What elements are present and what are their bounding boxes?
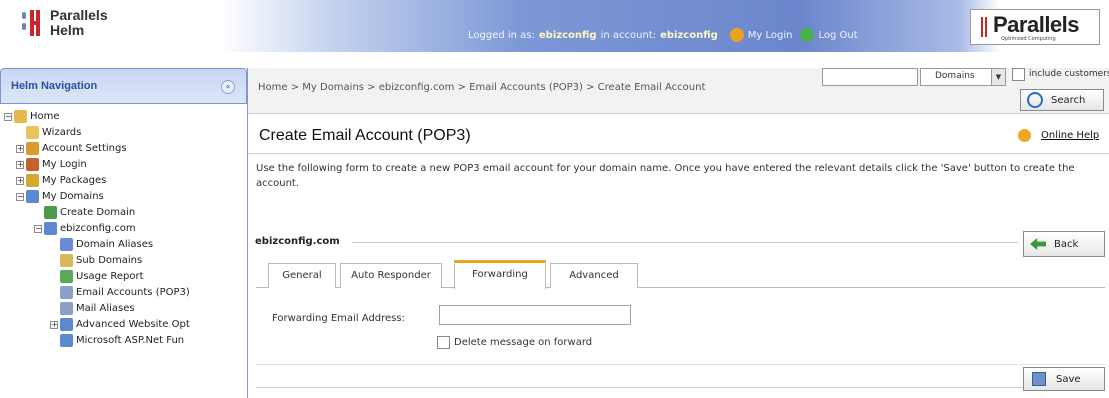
tab-strip: General Auto Responder Forwarding Advanc… bbox=[256, 260, 1105, 289]
brand-word: Parallels bbox=[993, 12, 1080, 37]
main-content: Home > My Domains > ebizconfig.com > Ema… bbox=[248, 68, 1109, 398]
parallels-logo-icon bbox=[22, 10, 42, 36]
online-help[interactable]: Online Help bbox=[1018, 129, 1099, 142]
include-customers-label: include customers bbox=[1029, 69, 1109, 79]
search-scope-value: Domains bbox=[935, 71, 975, 81]
nav-item-my-packages[interactable]: + My Packages bbox=[16, 174, 106, 187]
tab-forwarding[interactable]: Forwarding bbox=[454, 260, 546, 289]
search-button-label: Search bbox=[1051, 94, 1086, 106]
magnifier-icon bbox=[1027, 92, 1043, 108]
account-name: ebizconfig bbox=[660, 29, 718, 41]
logged-in-user: ebizconfig bbox=[538, 29, 597, 41]
nav-header: Helm Navigation bbox=[0, 68, 247, 104]
delete-on-forward-checkbox[interactable] bbox=[437, 336, 450, 349]
logo-text: Parallels Helm bbox=[50, 8, 108, 38]
forwarding-address-input[interactable] bbox=[439, 305, 631, 325]
tab-auto-responder[interactable]: Auto Responder bbox=[340, 263, 442, 288]
nav-item-mail-aliases[interactable]: Mail Aliases bbox=[60, 302, 135, 315]
alias-icon bbox=[60, 238, 73, 251]
expand-toggle-icon[interactable]: + bbox=[16, 144, 24, 153]
login-icon bbox=[26, 158, 39, 171]
back-button-label: Back bbox=[1054, 238, 1079, 250]
folder-icon bbox=[26, 142, 39, 155]
collapse-nav-icon[interactable]: « bbox=[221, 80, 235, 94]
search-button[interactable]: Search bbox=[1020, 89, 1104, 111]
breadcrumb[interactable]: Home > My Domains > ebizconfig.com > Ema… bbox=[258, 82, 705, 93]
my-login-icon bbox=[729, 28, 744, 42]
nav-item-my-login[interactable]: + My Login bbox=[16, 158, 87, 171]
logo-line1: Parallels bbox=[50, 7, 108, 23]
nav-item-ebizconfig[interactable]: − ebizconfig.com bbox=[34, 222, 136, 235]
delete-on-forward-label: Delete message on forward bbox=[454, 337, 593, 348]
nav-item-usage-report[interactable]: Usage Report bbox=[60, 270, 144, 283]
parallels-brand-logo: Parallels Optimized Computing bbox=[970, 9, 1100, 45]
tab-general[interactable]: General bbox=[268, 263, 336, 288]
globe-icon bbox=[60, 318, 73, 331]
mail-alias-icon bbox=[60, 302, 73, 315]
mail-icon bbox=[60, 286, 73, 299]
network-icon bbox=[26, 190, 39, 203]
tab-panel: General Auto Responder Forwarding Advanc… bbox=[256, 260, 1105, 388]
nav-item-sub-domains[interactable]: Sub Domains bbox=[60, 254, 142, 267]
search-scope-select[interactable]: Domains ▼ bbox=[920, 68, 1006, 86]
home-icon bbox=[14, 110, 27, 123]
nav-item-home[interactable]: − Home bbox=[4, 110, 60, 123]
nav-item-advanced-website-options[interactable]: + Advanced Website Opt bbox=[50, 318, 190, 331]
nav-item-email-accounts[interactable]: Email Accounts (POP3) bbox=[60, 286, 190, 299]
package-icon bbox=[26, 174, 39, 187]
helm-navigation-panel: Helm Navigation « − Home Wizards + Accou… bbox=[0, 68, 248, 398]
save-disk-icon bbox=[1032, 372, 1046, 386]
forwarding-address-label: Forwarding Email Address: bbox=[272, 313, 405, 324]
page-title: Create Email Account (POP3) bbox=[259, 127, 471, 144]
breadcrumb-bar: Home > My Domains > ebizconfig.com > Ema… bbox=[248, 68, 1109, 114]
user-status-bar: Logged in as: ebizconfig in account: ebi… bbox=[468, 28, 858, 42]
page-title-bar: Create Email Account (POP3) Online Help bbox=[248, 114, 1109, 154]
include-customers-checkbox[interactable] bbox=[1012, 68, 1025, 81]
aspnet-icon bbox=[60, 334, 73, 347]
log-out-icon bbox=[800, 28, 815, 42]
top-header: Parallels Helm Logged in as: ebizconfig … bbox=[0, 0, 1109, 52]
help-icon bbox=[1018, 129, 1031, 142]
expand-toggle-icon[interactable]: + bbox=[50, 320, 58, 329]
nav-item-create-domain[interactable]: Create Domain bbox=[44, 206, 135, 219]
account-prefix: in account: bbox=[600, 29, 657, 41]
online-help-link[interactable]: Online Help bbox=[1041, 130, 1099, 141]
back-arrow-icon bbox=[1030, 238, 1046, 250]
nav-item-my-domains[interactable]: − My Domains bbox=[16, 190, 104, 203]
section-divider bbox=[352, 242, 1018, 243]
chevron-down-icon: ▼ bbox=[991, 69, 1005, 85]
logo-line2: Helm bbox=[50, 22, 85, 38]
expand-toggle-icon[interactable]: + bbox=[16, 176, 24, 185]
collapse-toggle-icon[interactable]: − bbox=[34, 224, 42, 233]
create-domain-icon bbox=[44, 206, 57, 219]
nav-item-account-settings[interactable]: + Account Settings bbox=[16, 142, 127, 155]
nav-item-domain-aliases[interactable]: Domain Aliases bbox=[60, 238, 153, 251]
domain-section-label: ebizconfig.com bbox=[255, 236, 340, 247]
report-icon bbox=[60, 270, 73, 283]
domain-icon bbox=[44, 222, 57, 235]
nav-title: Helm Navigation bbox=[11, 80, 98, 92]
collapse-toggle-icon[interactable]: − bbox=[16, 192, 24, 201]
search-input[interactable] bbox=[822, 68, 918, 86]
brand-tagline: Optimized Computing bbox=[1001, 36, 1056, 42]
nav-item-wizards[interactable]: Wizards bbox=[26, 126, 81, 139]
subdomain-icon bbox=[60, 254, 73, 267]
log-out-link[interactable]: Log Out bbox=[818, 30, 857, 41]
collapse-toggle-icon[interactable]: − bbox=[4, 112, 12, 121]
tab-advanced[interactable]: Advanced bbox=[550, 263, 638, 288]
my-login-link[interactable]: My Login bbox=[748, 30, 793, 41]
parallels-bars-icon bbox=[981, 17, 987, 37]
logged-in-prefix: Logged in as: bbox=[468, 29, 535, 41]
save-button-label: Save bbox=[1056, 373, 1081, 385]
save-button[interactable]: Save bbox=[1023, 367, 1105, 391]
helm-logo[interactable]: Parallels Helm bbox=[22, 8, 108, 38]
wand-icon bbox=[26, 126, 39, 139]
form-divider bbox=[256, 364, 1105, 365]
nav-item-asp-net[interactable]: Microsoft ASP.Net Fun bbox=[60, 334, 184, 347]
intro-text: Use the following form to create a new P… bbox=[256, 163, 1075, 189]
back-button[interactable]: Back bbox=[1023, 231, 1105, 257]
expand-toggle-icon[interactable]: + bbox=[16, 160, 24, 169]
